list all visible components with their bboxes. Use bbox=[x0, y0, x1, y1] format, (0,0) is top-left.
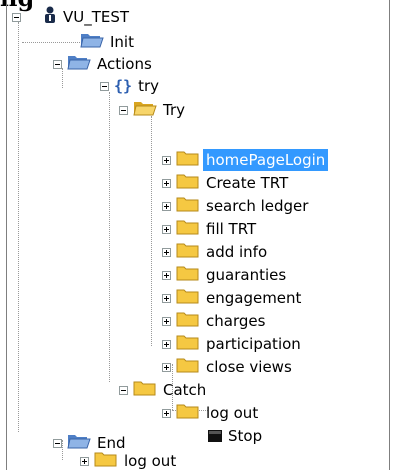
tree-item-label: search ledger bbox=[206, 197, 309, 215]
tree-item-stop[interactable]: Stop bbox=[208, 425, 262, 447]
tree-item-fill-trt[interactable]: fill TRT bbox=[162, 218, 256, 240]
tree-item-log-out-catch[interactable]: log out bbox=[162, 402, 258, 424]
tree-item-vu-test[interactable]: VU_TEST bbox=[12, 6, 129, 28]
tree-item-label: participation bbox=[206, 335, 301, 353]
stop-icon bbox=[208, 427, 222, 446]
tree-connector bbox=[109, 92, 110, 382]
tree-item-search-ledger[interactable]: search ledger bbox=[162, 195, 308, 217]
tree-item-label: fill TRT bbox=[206, 220, 257, 238]
expand-toggle[interactable] bbox=[162, 224, 171, 234]
braces-icon: {} bbox=[114, 77, 133, 95]
tree-item-create-trt[interactable]: Create TRT bbox=[162, 172, 288, 194]
tree-item-label: homePageLogin bbox=[203, 149, 329, 171]
tree-connector bbox=[18, 22, 19, 432]
folder-icon bbox=[176, 402, 200, 424]
expand-toggle[interactable] bbox=[162, 339, 171, 349]
folder-icon bbox=[176, 149, 200, 171]
folder-icon bbox=[176, 241, 200, 263]
expand-toggle[interactable] bbox=[162, 362, 171, 372]
tree-item-init[interactable]: Init bbox=[80, 31, 134, 53]
tree-item-log-out-end[interactable]: log out bbox=[80, 450, 176, 472]
tree-item-label: log out bbox=[206, 404, 259, 422]
expand-toggle[interactable] bbox=[162, 408, 171, 418]
tree-item-label: engagement bbox=[206, 289, 302, 307]
tree-item-label: VU_TEST bbox=[63, 8, 130, 26]
collapse-toggle[interactable] bbox=[53, 438, 62, 448]
collapse-toggle[interactable] bbox=[100, 81, 109, 91]
tree-item-label: Try bbox=[163, 101, 186, 119]
tree-item-label: close views bbox=[206, 358, 292, 376]
tree-item-label: Init bbox=[110, 33, 134, 51]
tree-item-participation[interactable]: participation bbox=[162, 333, 301, 355]
expand-toggle[interactable] bbox=[162, 155, 171, 165]
collapse-toggle[interactable] bbox=[12, 12, 21, 22]
tree-item-try-folder[interactable]: Try bbox=[119, 99, 185, 121]
expand-toggle[interactable] bbox=[80, 456, 89, 466]
tree-item-close-views[interactable]: close views bbox=[162, 356, 292, 378]
tree-item-catch[interactable]: Catch bbox=[119, 379, 206, 401]
tree-item-label: log out bbox=[124, 452, 177, 470]
tree-item-guaranties[interactable]: guaranties bbox=[162, 264, 286, 286]
folder-icon bbox=[176, 310, 200, 332]
expand-toggle[interactable] bbox=[162, 178, 171, 188]
tree-connector bbox=[22, 42, 80, 43]
tree-item-homepagelogin[interactable]: homePageLogin bbox=[162, 149, 329, 171]
folder-icon bbox=[94, 450, 118, 472]
expand-toggle[interactable] bbox=[162, 316, 171, 326]
tree-item-charges[interactable]: charges bbox=[162, 310, 265, 332]
tree-connector bbox=[151, 116, 152, 346]
expand-toggle[interactable] bbox=[162, 270, 171, 280]
folder-icon bbox=[176, 287, 200, 309]
expand-toggle[interactable] bbox=[162, 201, 171, 211]
folder-open-icon bbox=[133, 99, 157, 121]
collapse-toggle[interactable] bbox=[119, 105, 128, 115]
tree-view[interactable]: VU_TEST Init Actions {} try Try homePage… bbox=[0, 0, 395, 470]
user-icon bbox=[43, 6, 57, 28]
folder-icon bbox=[176, 195, 200, 217]
tree-item-label: Actions bbox=[97, 55, 152, 73]
folder-open-icon bbox=[67, 53, 91, 75]
expand-toggle[interactable] bbox=[162, 293, 171, 303]
tree-item-label: Stop bbox=[228, 427, 263, 445]
tree-item-try-block[interactable]: {} try bbox=[100, 75, 159, 97]
folder-open-icon bbox=[80, 31, 104, 53]
folder-icon bbox=[176, 333, 200, 355]
tree-item-label: add info bbox=[206, 243, 268, 261]
tree-item-label: Create TRT bbox=[206, 174, 289, 192]
folder-icon bbox=[176, 218, 200, 240]
folder-icon bbox=[176, 172, 200, 194]
tree-item-engagement[interactable]: engagement bbox=[162, 287, 301, 309]
tree-item-label: Catch bbox=[163, 381, 207, 399]
collapse-toggle[interactable] bbox=[119, 385, 128, 395]
collapse-toggle[interactable] bbox=[53, 59, 62, 69]
folder-icon bbox=[133, 379, 157, 401]
tree-item-label: try bbox=[138, 77, 159, 95]
folder-icon bbox=[176, 356, 200, 378]
tree-item-label: charges bbox=[206, 312, 266, 330]
folder-icon bbox=[176, 264, 200, 286]
tree-item-add-info[interactable]: add info bbox=[162, 241, 267, 263]
tree-item-actions[interactable]: Actions bbox=[53, 53, 152, 75]
expand-toggle[interactable] bbox=[162, 247, 171, 257]
tree-item-label: guaranties bbox=[206, 266, 287, 284]
